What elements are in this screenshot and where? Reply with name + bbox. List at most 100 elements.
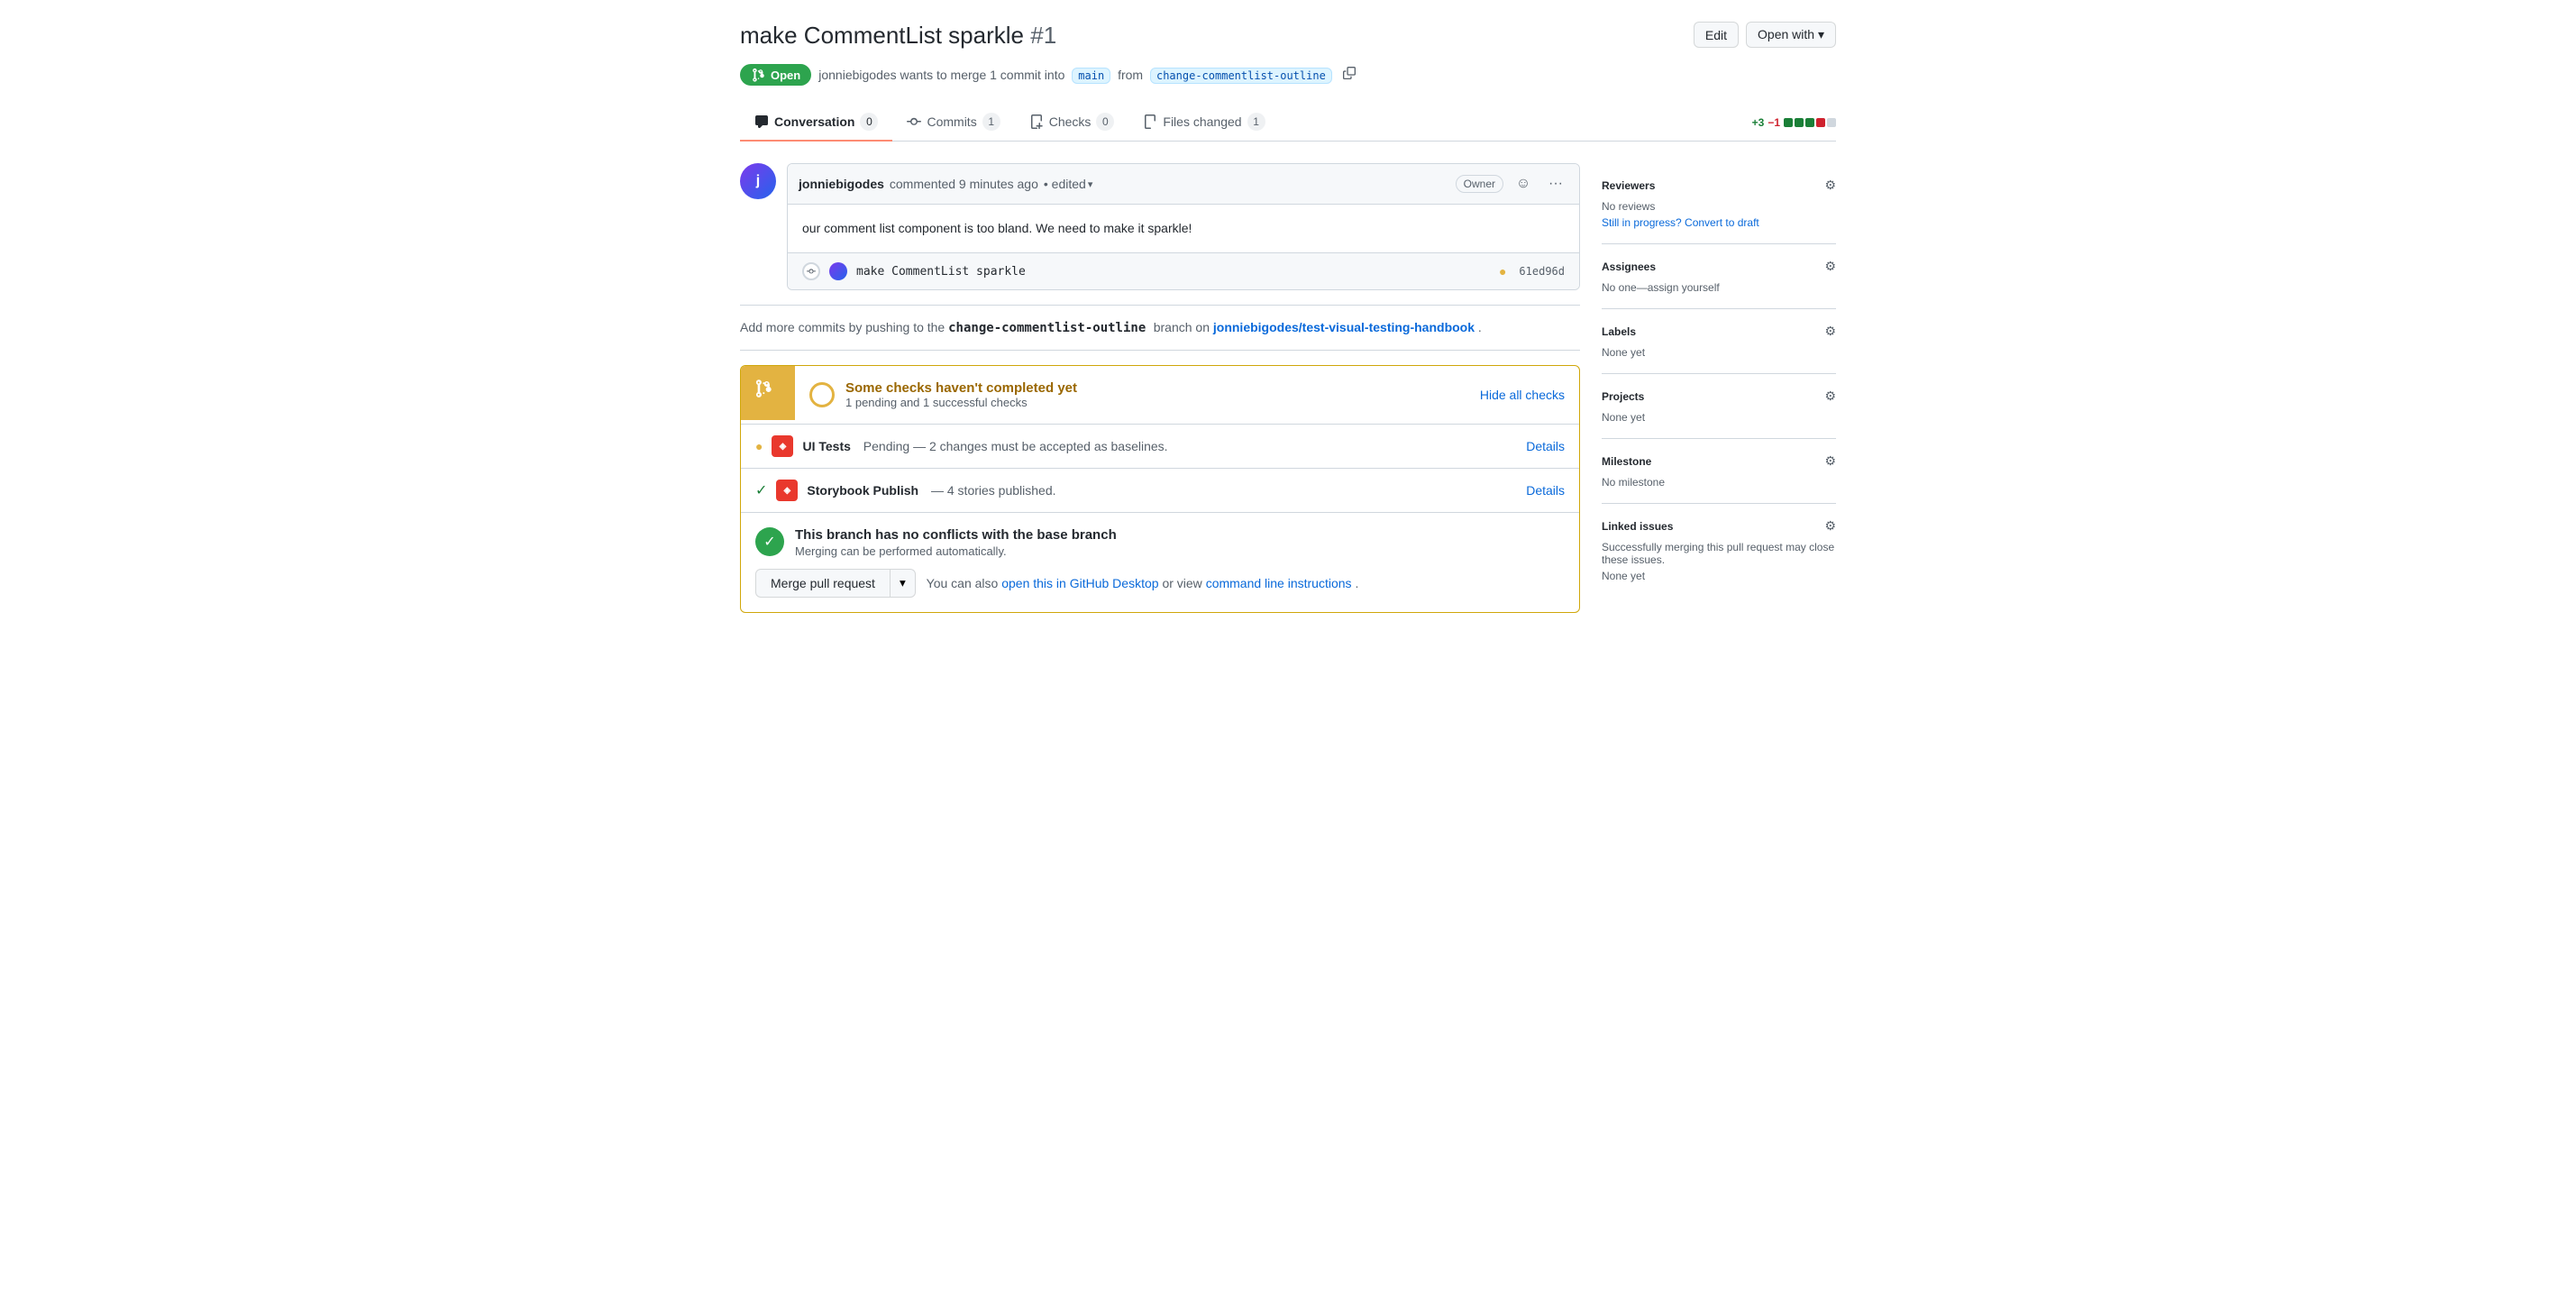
assignees-content: No one—assign yourself: [1602, 281, 1836, 294]
assignees-title: Assignees: [1602, 260, 1656, 273]
main-layout: j jonniebigodes commented 9 minutes ago …: [740, 163, 1836, 627]
sidebar-reviewers: Reviewers ⚙ No reviews Still in progress…: [1602, 163, 1836, 244]
linked-issues-content: Successfully merging this pull request m…: [1602, 541, 1836, 582]
head-branch-tag[interactable]: change-commentlist-outline: [1150, 68, 1332, 84]
merge-period: .: [1355, 576, 1358, 590]
projects-content: None yet: [1602, 411, 1836, 424]
owner-badge: Owner: [1456, 175, 1503, 193]
checks-tab-label: Checks: [1049, 114, 1092, 129]
comment-body-text: our comment list component is too bland.…: [802, 219, 1565, 238]
milestone-gear-icon[interactable]: ⚙: [1824, 453, 1836, 469]
checks-subtitle: 1 pending and 1 successful checks: [845, 396, 1077, 409]
storybook-details-link[interactable]: Details: [1526, 483, 1565, 498]
ui-tests-details-link[interactable]: Details: [1526, 439, 1565, 453]
conversation-tab-label: Conversation: [774, 114, 854, 129]
sidebar-projects: Projects ⚙ None yet: [1602, 374, 1836, 439]
ui-tests-name: UI Tests: [802, 439, 850, 453]
sidebar-labels: Labels ⚙ None yet: [1602, 309, 1836, 374]
open-with-button[interactable]: Open with ▾: [1746, 22, 1836, 48]
open-status-badge: Open: [740, 64, 811, 86]
milestone-title: Milestone: [1602, 455, 1651, 468]
comment-author[interactable]: jonniebigodes: [799, 177, 884, 191]
reviewers-gear-icon[interactable]: ⚙: [1824, 178, 1836, 193]
ui-tests-icon-text: ◈: [780, 442, 787, 452]
no-milestone-text: No milestone: [1602, 476, 1836, 489]
edit-button[interactable]: Edit: [1694, 22, 1739, 48]
checks-pending-icon: [809, 382, 835, 407]
open-desktop-link[interactable]: open this in GitHub Desktop: [1001, 576, 1158, 590]
comment-header-left: jonniebigodes commented 9 minutes ago • …: [799, 177, 1092, 191]
comment-thread: j jonniebigodes commented 9 minutes ago …: [740, 163, 1580, 290]
diff-block-2: [1795, 118, 1804, 127]
emoji-react-button[interactable]: ☺: [1511, 171, 1536, 197]
tab-conversation[interactable]: Conversation 0: [740, 104, 892, 142]
merge-success-title: This branch has no conflicts with the ba…: [795, 527, 1117, 543]
diff-stats: +3 −1: [1752, 116, 1836, 129]
push-notice-branch: change-commentlist-outline: [948, 321, 1146, 335]
storybook-name: Storybook Publish: [807, 483, 918, 498]
labels-header: Labels ⚙: [1602, 324, 1836, 339]
comment-edited[interactable]: • edited: [1044, 177, 1092, 191]
labels-gear-icon[interactable]: ⚙: [1824, 324, 1836, 339]
convert-to-draft[interactable]: Still in progress? Convert to draft: [1602, 216, 1836, 229]
merge-success-subtitle: Merging can be performed automatically.: [795, 544, 1117, 558]
merge-dropdown-button[interactable]: ▾: [891, 569, 916, 598]
checks-wrapper: Some checks haven't completed yet 1 pend…: [740, 365, 1580, 613]
milestone-header: Milestone ⚙: [1602, 453, 1836, 469]
tabs-left: Conversation 0 Commits 1 Checks 0 Files …: [740, 104, 1280, 141]
from-text: from: [1118, 68, 1143, 82]
push-notice-repo-link[interactable]: jonniebigodes/test-visual-testing-handbo…: [1213, 320, 1475, 334]
labels-content: None yet: [1602, 346, 1836, 359]
push-notice-text-middle: branch on: [1154, 320, 1210, 334]
storybook-icon-text: ◈: [784, 486, 791, 496]
commit-sha: 61ed96d: [1519, 265, 1565, 278]
merge-actions: Merge pull request ▾ You can also open t…: [755, 569, 1565, 598]
push-notice: Add more commits by pushing to the chang…: [740, 320, 1580, 351]
checks-icon-box: [741, 366, 795, 420]
merge-also-label: You can also: [927, 576, 999, 590]
check-item-storybook: ✓ ◈ Storybook Publish — 4 stories publis…: [741, 469, 1579, 512]
commit-dot: ●: [1499, 264, 1506, 279]
reviewers-header: Reviewers ⚙: [1602, 178, 1836, 193]
commits-tab-label: Commits: [927, 114, 976, 129]
conversation-tab-count: 0: [860, 113, 878, 131]
hide-checks-link[interactable]: Hide all checks: [1466, 366, 1579, 424]
comment-body: our comment list component is too bland.…: [788, 205, 1579, 252]
tab-files-changed[interactable]: Files changed 1: [1128, 104, 1279, 142]
commit-ref-icon: [802, 262, 820, 280]
no-assignees-text[interactable]: No one—assign yourself: [1602, 281, 1836, 294]
checks-title: Some checks haven't completed yet: [845, 380, 1077, 396]
comment-box: jonniebigodes commented 9 minutes ago • …: [787, 163, 1580, 290]
comment-more-button[interactable]: ···: [1543, 171, 1568, 197]
ui-tests-desc: Pending — 2 changes must be accepted as …: [860, 439, 1168, 453]
projects-gear-icon[interactable]: ⚙: [1824, 388, 1836, 404]
sidebar: Reviewers ⚙ No reviews Still in progress…: [1602, 163, 1836, 627]
merge-button[interactable]: Merge pull request: [755, 569, 891, 598]
projects-title: Projects: [1602, 390, 1644, 403]
pr-title: make CommentList sparkle #1: [740, 22, 1056, 50]
merge-success-icon: ✓: [755, 527, 784, 556]
assignees-gear-icon[interactable]: ⚙: [1824, 259, 1836, 274]
base-branch-tag[interactable]: main: [1072, 68, 1110, 84]
tab-commits[interactable]: Commits 1: [892, 104, 1014, 142]
convert-draft-link[interactable]: Still in progress? Convert to draft: [1602, 216, 1759, 229]
diff-block-4: [1816, 118, 1825, 127]
ui-tests-icon: ◈: [772, 435, 793, 457]
copy-branch-icon[interactable]: [1343, 67, 1356, 79]
merge-or-text: or view: [1162, 576, 1201, 590]
pr-icon: [751, 68, 765, 82]
linked-issues-gear-icon[interactable]: ⚙: [1824, 518, 1836, 534]
cli-link[interactable]: command line instructions: [1206, 576, 1352, 590]
commit-name: make CommentList sparkle: [856, 265, 1026, 279]
labels-title: Labels: [1602, 325, 1636, 338]
merge-success-row: ✓ This branch has no conflicts with the …: [755, 527, 1565, 558]
avatar: j: [740, 163, 776, 199]
assignees-header: Assignees ⚙: [1602, 259, 1836, 274]
pr-header: make CommentList sparkle #1 Edit Open wi…: [740, 22, 1836, 50]
tab-checks[interactable]: Checks 0: [1015, 104, 1129, 142]
pr-number: #1: [1030, 22, 1056, 49]
checks-header-row: Some checks haven't completed yet 1 pend…: [741, 366, 1579, 424]
reviewers-content: No reviews Still in progress? Convert to…: [1602, 200, 1836, 229]
checks-icon: [1029, 114, 1044, 129]
pr-status-line: Open jonniebigodes wants to merge 1 comm…: [740, 64, 1836, 86]
